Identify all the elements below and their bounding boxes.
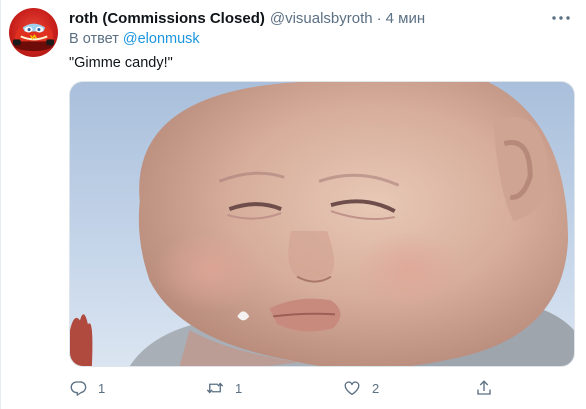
baby-photo	[70, 82, 574, 366]
reply-count: 1	[98, 380, 106, 396]
tweet-body: roth (Commissions Closed) @visualsbyroth…	[69, 8, 574, 72]
avatar[interactable]	[9, 8, 58, 57]
author-display-name[interactable]: roth (Commissions Closed)	[69, 10, 265, 27]
reply-mention-link[interactable]: @elonmusk	[123, 31, 200, 47]
retweet-count: 1	[235, 380, 243, 396]
tweet-media-photo[interactable]	[69, 81, 575, 367]
tweet-timestamp[interactable]: 4 мин	[386, 10, 426, 27]
like-count: 2	[372, 380, 380, 396]
tweet-actions-bar: 1 1 2	[60, 374, 500, 402]
reply-context: В ответ @elonmusk	[69, 31, 574, 49]
like-button[interactable]: 2	[338, 374, 379, 402]
timeline-divider	[0, 0, 1, 409]
retweet-button[interactable]: 1	[201, 374, 242, 402]
heart-icon	[338, 374, 366, 402]
more-dots-icon	[552, 16, 570, 20]
reply-prefix: В ответ	[69, 31, 119, 47]
author-handle[interactable]: @visualsbyroth	[270, 10, 373, 27]
tweet-text: "Gimme candy!"	[69, 55, 173, 71]
more-options-button[interactable]	[548, 8, 574, 28]
race-car-icon	[12, 23, 55, 52]
share-button[interactable]	[470, 374, 498, 402]
reply-icon	[64, 374, 92, 402]
retweet-icon	[201, 374, 229, 402]
header-separator: ·	[376, 9, 382, 27]
reply-button[interactable]: 1	[64, 374, 105, 402]
share-icon	[470, 374, 498, 402]
tweet-header: roth (Commissions Closed) @visualsbyroth…	[69, 8, 574, 28]
